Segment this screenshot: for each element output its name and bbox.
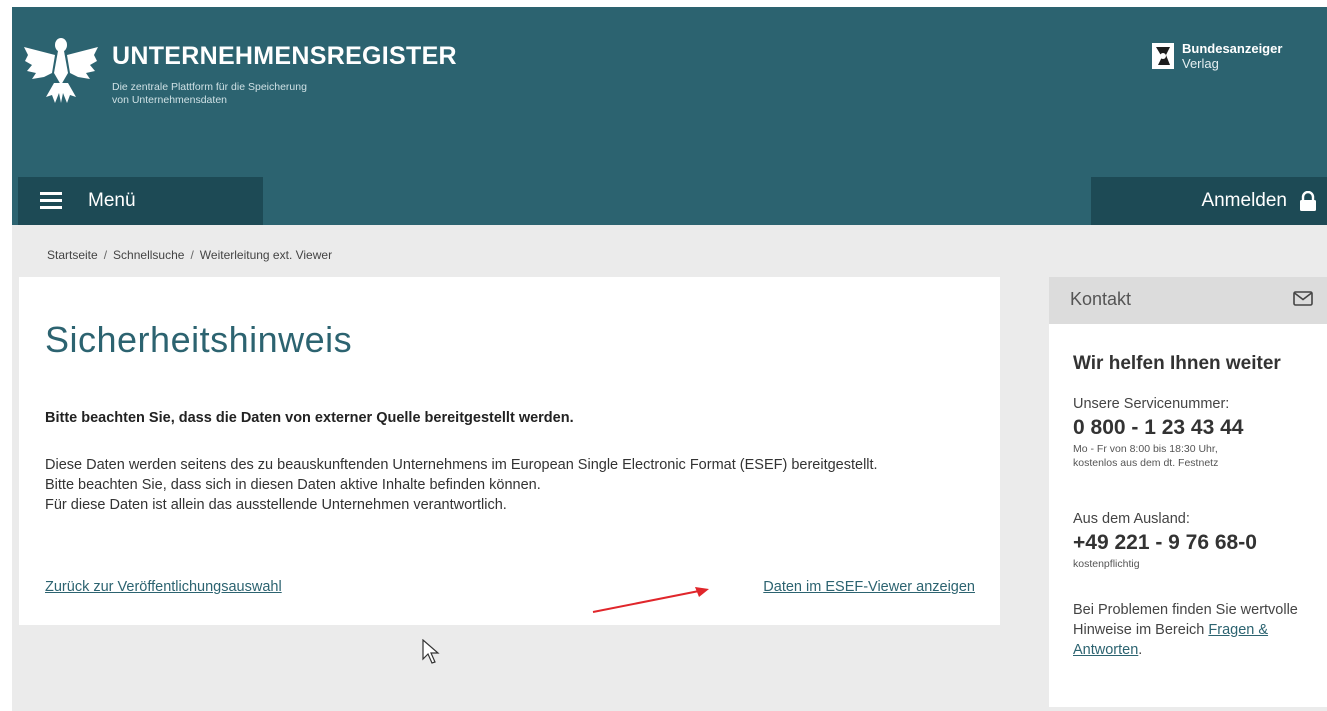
breadcrumb-separator: / (190, 248, 194, 262)
site-subtitle: Die zentrale Plattform für die Speicheru… (112, 81, 372, 107)
publisher-name: Bundesanzeiger (1182, 41, 1283, 56)
menu-label: Menü (88, 190, 136, 211)
service-label: Unsere Servicenummer: (1073, 396, 1230, 412)
breadcrumb: Startseite / Schnellsuche / Weiterleitung ex… (47, 248, 332, 262)
mouse-pointer-icon (422, 639, 440, 664)
login-label: Anmelden (1201, 190, 1287, 211)
bundesanzeiger-logo-icon (1152, 43, 1174, 69)
breadcrumb-separator: / (103, 248, 108, 262)
notice-body: Diese Daten werden seitens des zu beausk… (45, 455, 975, 515)
site-header: UNTERNEHMENSREGISTER Die zentrale Plattf… (12, 7, 1327, 225)
problems-text-end: . (1138, 642, 1143, 658)
help-title: Wir helfen Ihnen weiter (1073, 353, 1281, 374)
eagle-icon[interactable] (22, 33, 100, 105)
back-to-publications-link[interactable]: Zurück zur Veröffentlichungsauswahl (45, 579, 282, 595)
service-hours-line1: Mo - Fr von 8:00 bis 18:30 Uhr, (1073, 443, 1218, 455)
service-hours-line2: kostenlos aus dem dt. Festnetz (1073, 457, 1219, 469)
contact-sidebar: Kontakt Wir helfen Ihnen weiter Unsere S… (1049, 277, 1327, 707)
contact-header[interactable]: Kontakt (1049, 277, 1327, 324)
breadcrumb-item-quicksearch[interactable]: Schnellsuche (113, 248, 184, 262)
publisher-sub: Verlag (1182, 56, 1219, 71)
breadcrumb-item-current: Weiterleitung ext. Viewer (199, 248, 333, 262)
login-button[interactable]: Anmelden (1091, 177, 1327, 225)
abroad-cost: kostenpflichtig (1073, 558, 1140, 570)
publisher-logo[interactable]: Bundesanzeiger Verlag (1152, 41, 1327, 81)
notice-paragraph-1: Diese Daten werden seitens des zu beausk… (45, 457, 878, 473)
hamburger-icon (40, 192, 62, 209)
page-canvas: UNTERNEHMENSREGISTER Die zentrale Plattf… (12, 7, 1327, 711)
security-notice-card: Sicherheitshinweis Bitte beachten Sie, d… (19, 277, 1000, 625)
lock-icon (1300, 191, 1316, 211)
site-subtitle-line1: Die zentrale Plattform für die Speicheru… (112, 81, 307, 93)
breadcrumb-item-home[interactable]: Startseite (47, 248, 98, 262)
page-title: Sicherheitshinweis (45, 319, 353, 360)
mail-icon (1293, 291, 1313, 306)
contact-heading: Kontakt (1070, 289, 1132, 309)
service-number: 0 800 - 1 23 43 44 (1073, 416, 1244, 439)
contact-body: Wir helfen Ihnen weiter Unsere Servicenu… (1049, 324, 1327, 707)
menu-button[interactable]: Menü (18, 177, 263, 225)
site-title: UNTERNEHMENSREGISTER (112, 42, 457, 70)
problems-text: Bei Problemen finden Sie wertvolle Hinwe… (1073, 600, 1313, 660)
abroad-number: +49 221 - 9 76 68-0 (1073, 531, 1257, 554)
site-subtitle-line2: von Unternehmensdaten (112, 94, 227, 106)
service-hours: Mo - Fr von 8:00 bis 18:30 Uhr, kostenlo… (1073, 442, 1313, 470)
warning-text: Bitte beachten Sie, dass die Daten von e… (45, 410, 574, 426)
red-arrow-icon (592, 587, 709, 613)
notice-paragraph-2: Bitte beachten Sie, dass sich in diesen … (45, 477, 541, 493)
abroad-label: Aus dem Ausland: (1073, 511, 1190, 527)
notice-paragraph-3: Für diese Daten ist allein das ausstelle… (45, 497, 507, 513)
open-esef-viewer-link[interactable]: Daten im ESEF-Viewer anzeigen (763, 579, 975, 595)
